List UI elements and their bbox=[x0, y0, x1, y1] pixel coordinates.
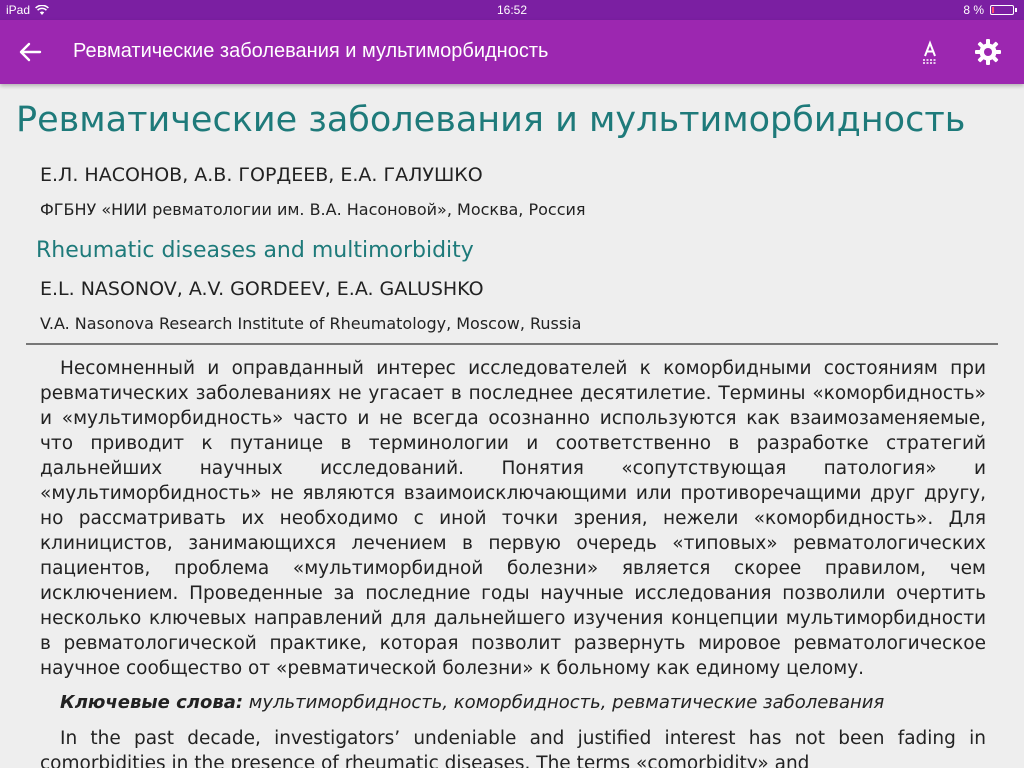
settings-button[interactable] bbox=[972, 36, 1004, 68]
authors-ru: Е.Л. НАСОНОВ, А.В. ГОРДЕЕВ, Е.А. ГАЛУШКО bbox=[40, 164, 483, 186]
keywords-label: Ключевые слова: bbox=[60, 692, 244, 713]
status-right: 8 % bbox=[963, 3, 1017, 17]
article-title-en: Rheumatic diseases and multimorbidity bbox=[36, 238, 474, 263]
article-title-ru: Ревматические заболевания и мультиморбид… bbox=[16, 100, 966, 140]
gear-icon bbox=[975, 39, 1001, 65]
font-size-icon bbox=[923, 40, 937, 64]
article-content[interactable]: Ревматические заболевания и мультиморбид… bbox=[0, 84, 1024, 768]
affiliation-en: V.A. Nasonova Research Institute of Rheu… bbox=[40, 314, 582, 333]
app-bar: Ревматические заболевания и мультиморбид… bbox=[0, 20, 1024, 84]
battery-icon bbox=[990, 5, 1017, 15]
back-button[interactable] bbox=[14, 36, 46, 68]
divider bbox=[26, 343, 998, 345]
affiliation-ru: ФГБНУ «НИИ ревматологии им. В.А. Насонов… bbox=[40, 200, 586, 219]
battery-percent: 8 % bbox=[963, 3, 984, 17]
abstract-ru: Несомненный и оправданный интерес исслед… bbox=[40, 358, 986, 679]
abstract-en: In the past decade, investigators’ unden… bbox=[40, 728, 986, 768]
keywords-value: мультиморбидность, коморбидность, ревмат… bbox=[248, 692, 885, 713]
status-bar: iPad 16:52 8 % bbox=[0, 0, 1024, 20]
app-bar-title: Ревматические заболевания и мультиморбид… bbox=[73, 40, 549, 62]
battery-fill bbox=[992, 7, 994, 13]
status-time: 16:52 bbox=[496, 3, 528, 17]
keywords: Ключевые слова: мультиморбидность, комор… bbox=[60, 692, 884, 713]
font-size-button[interactable] bbox=[914, 36, 946, 68]
arrow-left-icon bbox=[19, 42, 42, 62]
authors-en: E.L. NASONOV, A.V. GORDEEV, E.A. GALUSHK… bbox=[40, 278, 484, 300]
